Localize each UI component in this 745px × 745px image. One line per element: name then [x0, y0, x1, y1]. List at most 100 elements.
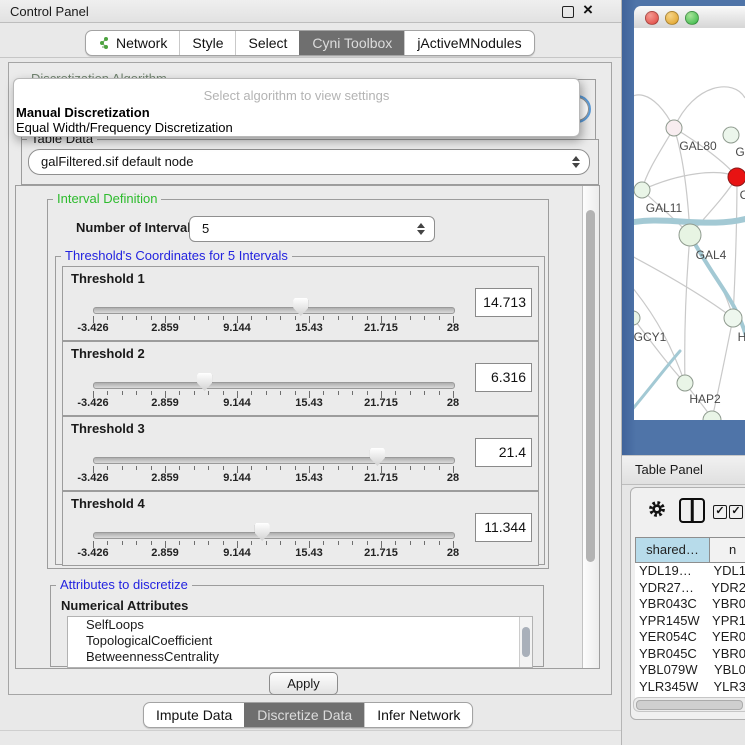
- tick-label: 9.144: [212, 397, 262, 409]
- table-row[interactable]: YER054CYER0: [635, 629, 745, 646]
- spinner-arrows-icon[interactable]: [572, 156, 579, 168]
- float-window-icon[interactable]: [562, 6, 574, 18]
- tick-mark: [194, 316, 195, 320]
- network-window-titlebar[interactable]: [634, 6, 745, 29]
- network-node-h[interactable]: [724, 309, 742, 327]
- table-panel-header: Table Panel: [622, 455, 745, 485]
- tick-label: 2.859: [140, 322, 190, 334]
- table-row[interactable]: YBR043CYBR0: [635, 596, 745, 613]
- number-of-intervals-combobox[interactable]: 5: [189, 216, 435, 242]
- tick-label: 28: [428, 322, 478, 334]
- network-node-gal80[interactable]: [666, 120, 682, 136]
- threshold-panel-3: Threshold 3-3.4262.8599.14415.4321.71528…: [62, 416, 539, 491]
- tick-mark: [251, 541, 252, 545]
- network-node-hap2[interactable]: [677, 375, 693, 391]
- checkbox-icon[interactable]: ✓: [729, 505, 743, 519]
- cell-shared-name: YLR345W: [635, 679, 709, 696]
- list-item-betweennesscentrality[interactable]: BetweennessCentrality: [68, 649, 532, 665]
- threshold-value-field[interactable]: 6.316: [475, 363, 532, 392]
- tick-mark: [280, 391, 281, 395]
- threshold-label: Threshold 2: [71, 346, 145, 361]
- column-header-name[interactable]: n: [710, 537, 745, 563]
- network-node-partial[interactable]: [703, 411, 721, 420]
- algorithm-dropdown-popup: Select algorithm to view settings Manual…: [13, 78, 580, 137]
- tab-cyni-toolbox[interactable]: Cyni Toolbox: [299, 31, 404, 55]
- tab-discretize-data[interactable]: Discretize Data: [244, 703, 364, 727]
- tick-label: 28: [428, 472, 478, 484]
- tick-mark: [280, 316, 281, 320]
- dropdown-option-equal-width-frequency[interactable]: Equal Width/Frequency Discretization: [16, 120, 233, 135]
- table-row[interactable]: YLR345WYLR3: [635, 679, 745, 696]
- tick-mark: [367, 541, 368, 545]
- scrollbar-thumb[interactable]: [586, 210, 595, 562]
- tick-mark: [136, 391, 137, 395]
- gear-icon[interactable]: [647, 499, 667, 519]
- network-node-gcy1[interactable]: [634, 311, 640, 325]
- apply-button[interactable]: Apply: [269, 672, 338, 695]
- close-icon[interactable]: ×: [583, 0, 593, 20]
- tick-mark: [295, 391, 296, 395]
- cell-shared-name: YBR045C: [635, 646, 708, 663]
- minimize-traffic-light-icon[interactable]: [665, 11, 679, 25]
- columns-icon[interactable]: [679, 498, 705, 523]
- number-of-intervals-value: 5: [202, 221, 209, 236]
- column-header-shared-name[interactable]: shared…: [635, 537, 710, 563]
- cyni-mode-tabs: Impute DataDiscretize DataInfer Network: [143, 702, 473, 728]
- tab-impute-data[interactable]: Impute Data: [144, 703, 244, 727]
- zoom-traffic-light-icon[interactable]: [685, 11, 699, 25]
- threshold-panel-4: Threshold 4-3.4262.8599.14415.4321.71528…: [62, 491, 539, 566]
- network-node-c[interactable]: [728, 168, 745, 186]
- network-node-label: HAP2: [689, 392, 721, 406]
- spinner-arrows-icon[interactable]: [417, 223, 424, 235]
- tick-mark: [323, 316, 324, 320]
- list-item-selfloops[interactable]: SelfLoops: [68, 617, 532, 633]
- threshold-slider-track[interactable]: [93, 532, 455, 539]
- table-horizontal-scrollbar[interactable]: [633, 697, 745, 712]
- network-node-label: GAL80: [679, 139, 717, 153]
- cyni-toolbox-pane: Discretization Algorithm Select algorith…: [8, 62, 612, 695]
- table-row[interactable]: YBR045CYBR0: [635, 646, 745, 663]
- numerical-attributes-list[interactable]: SelfLoopsTopologicalCoefficientBetweenne…: [67, 616, 533, 668]
- table-row[interactable]: YBL079WYBL0: [635, 662, 745, 679]
- checkbox-icon[interactable]: ✓: [713, 505, 727, 519]
- network-node-gal11[interactable]: [634, 182, 650, 198]
- threshold-slider-track[interactable]: [93, 307, 455, 314]
- tick-mark: [323, 541, 324, 545]
- tab-network[interactable]: Network: [86, 31, 179, 55]
- table-row[interactable]: YDL19…YDL1: [635, 563, 745, 580]
- threshold-value-field[interactable]: 21.4: [475, 438, 532, 467]
- threshold-slider-track[interactable]: [93, 382, 455, 389]
- thresholds-group: Threshold's Coordinates for 5 Intervals …: [55, 256, 545, 565]
- tab-select[interactable]: Select: [235, 31, 299, 55]
- tick-label: 15.43: [284, 322, 334, 334]
- tick-mark: [179, 316, 180, 320]
- tab-jactivemnodules[interactable]: jActiveMNodules: [404, 31, 533, 55]
- tick-label: 2.859: [140, 397, 190, 409]
- attributes-scrollbar[interactable]: [519, 617, 532, 667]
- settings-scrollbar[interactable]: [582, 186, 599, 668]
- network-canvas[interactable]: GAL80GCGAL11GAL4GCY1HHAP2: [634, 28, 745, 420]
- list-item-topologicalcoefficient[interactable]: TopologicalCoefficient: [68, 633, 532, 649]
- threshold-slider-track[interactable]: [93, 457, 455, 464]
- tick-mark: [280, 466, 281, 470]
- cell-shared-name: YBL079W: [635, 662, 710, 679]
- threshold-value-field[interactable]: 14.713: [475, 288, 532, 317]
- tick-mark: [439, 391, 440, 395]
- table-row[interactable]: YDR27…YDR2: [635, 580, 745, 597]
- tick-mark: [439, 466, 440, 470]
- close-traffic-light-icon[interactable]: [645, 11, 659, 25]
- tab-infer-network[interactable]: Infer Network: [364, 703, 472, 727]
- network-node-g[interactable]: [723, 127, 739, 143]
- scrollbar-thumb[interactable]: [636, 700, 743, 710]
- tab-style[interactable]: Style: [179, 31, 235, 55]
- table-row[interactable]: YPR145WYPR1: [635, 613, 745, 630]
- network-node-gal4[interactable]: [679, 224, 701, 246]
- settings-scroll-area: Interval Definition Number of Intervals …: [15, 185, 600, 669]
- tick-mark: [323, 391, 324, 395]
- dropdown-option-manual-discretization[interactable]: Manual Discretization: [16, 105, 150, 120]
- tick-mark: [395, 391, 396, 395]
- table-data-combobox[interactable]: galFiltered.sif default node: [28, 149, 590, 175]
- scrollbar-thumb[interactable]: [522, 627, 530, 657]
- network-node-label: GAL11: [646, 201, 683, 215]
- threshold-value-field[interactable]: 11.344: [475, 513, 532, 542]
